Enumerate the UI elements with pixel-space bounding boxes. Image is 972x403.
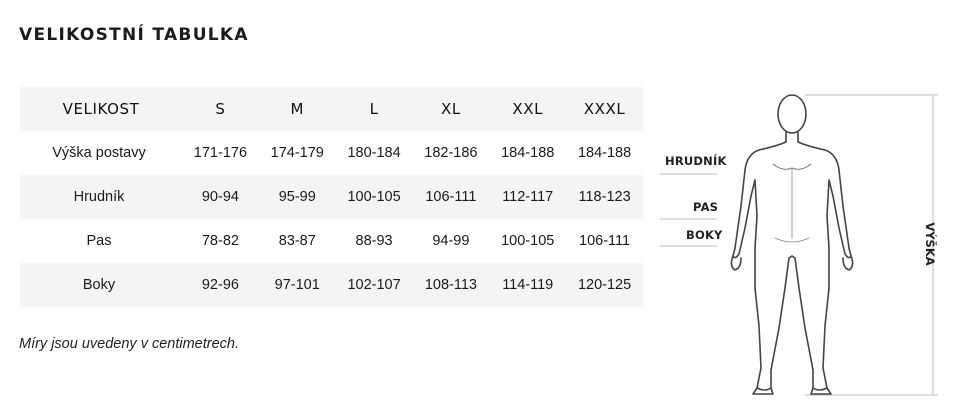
table-cell: 120-125 — [566, 263, 643, 307]
table-cell: 94-99 — [432, 233, 470, 249]
table-cell: 112-117 — [489, 175, 567, 219]
table-cell: 180-184 — [347, 145, 401, 161]
column-header: XXXL — [566, 87, 643, 131]
table-cell: 114-119 — [489, 263, 567, 307]
column-header: XL — [412, 87, 490, 131]
table-cell: 108-113 — [412, 263, 490, 307]
row-label: Pas — [86, 233, 112, 249]
row-label: Hrudník — [20, 175, 182, 219]
table-cell: 184-188 — [501, 145, 555, 161]
table-cell: 95-99 — [258, 175, 336, 219]
table-cell: 106-111 — [579, 233, 631, 249]
table-header-row: VELIKOST S M L XL XXL XXXL — [20, 87, 643, 131]
table-row: Boky 92-96 97-101 102-107 108-113 114-11… — [20, 263, 643, 307]
body-silhouette-icon — [660, 94, 938, 396]
column-header: XXL — [489, 87, 567, 131]
table-cell: 171-176 — [193, 145, 248, 161]
chest-label: HRUDNÍK — [665, 154, 727, 168]
table-cell: 83-87 — [278, 233, 316, 249]
table-cell: 92-96 — [182, 263, 259, 307]
table-cell: 100-105 — [501, 233, 555, 249]
table-cell: 182-186 — [424, 145, 478, 161]
column-header: S — [182, 87, 259, 131]
table-cell: 106-111 — [412, 175, 490, 219]
table-cell: 78-82 — [201, 233, 239, 249]
column-header: M — [258, 87, 336, 131]
table-cell: 184-188 — [577, 145, 632, 161]
table-cell: 88-93 — [355, 233, 393, 249]
table-row: Pas 78-82 83-87 88-93 94-99 100-105 106-… — [20, 219, 643, 263]
measurement-figure — [655, 88, 965, 400]
table-cell: 90-94 — [182, 175, 259, 219]
height-label: VÝŠKA — [923, 222, 937, 266]
row-label: Boky — [20, 263, 182, 307]
waist-label: PAS — [693, 200, 719, 214]
table-cell: 100-105 — [335, 175, 413, 219]
table-row: Výška postavy 171-176 174-179 180-184 18… — [20, 131, 643, 175]
table-row: Hrudník 90-94 95-99 100-105 106-111 112-… — [20, 175, 643, 219]
column-header: L — [335, 87, 413, 131]
size-table: VELIKOST S M L XL XXL XXXL Výška postavy… — [20, 87, 643, 307]
table-cell: 118-123 — [566, 175, 643, 219]
table-cell: 174-179 — [270, 145, 324, 161]
table-cell: 97-101 — [258, 263, 336, 307]
column-header-size: VELIKOST — [20, 87, 182, 131]
units-note: Míry jsou uvedeny v centimetrech. — [19, 336, 240, 352]
row-label: Výška postavy — [52, 145, 146, 161]
hips-label: BOKY — [686, 228, 723, 242]
page-title: VELIKOSTNÍ TABULKA — [19, 25, 249, 45]
table-cell: 102-107 — [335, 263, 413, 307]
